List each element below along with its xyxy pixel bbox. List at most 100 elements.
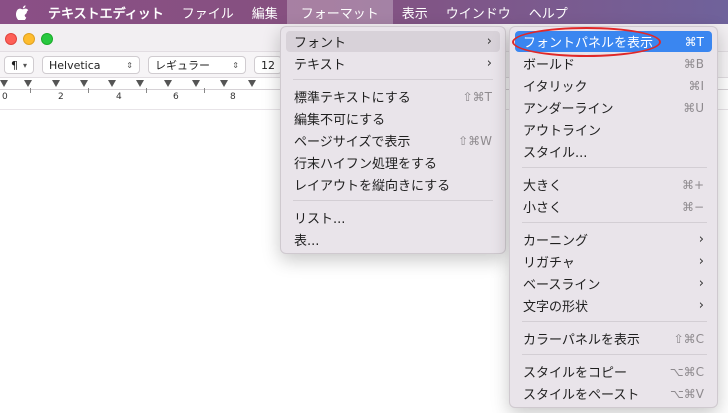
menu-item-label: スタイル... [523, 146, 588, 161]
menu-item-label: スタイルをペースト [523, 388, 640, 403]
tab-stop-marker[interactable] [0, 80, 8, 87]
ruler-label: 2 [58, 92, 64, 102]
menu-item-table[interactable]: 表... [286, 229, 500, 250]
font-style-popup[interactable]: レギュラー ⇕ [148, 56, 246, 74]
menu-edit[interactable]: 編集 [243, 0, 287, 24]
menu-separator [522, 321, 707, 322]
menu-item-font[interactable]: フォント › [286, 31, 500, 52]
font-style-value: レギュラー [155, 59, 210, 72]
menu-help[interactable]: ヘルプ [520, 0, 577, 24]
tab-stop-marker[interactable] [164, 80, 172, 87]
chevron-down-icon: ▾ [22, 60, 27, 70]
menu-item-character-shape[interactable]: 文字の形状 › [515, 295, 712, 316]
chevron-right-icon: › [698, 232, 704, 247]
menu-item-make-plain-text[interactable]: 標準テキストにする ⇧⌘T [286, 86, 500, 107]
menu-item-shortcut: ⌘B [683, 56, 704, 71]
menu-item-styles[interactable]: スタイル... [515, 141, 712, 162]
tab-stop-marker[interactable] [220, 80, 228, 87]
menu-item-underline[interactable]: アンダーライン ⌘U [515, 97, 712, 118]
updown-arrow-icon: ⇕ [126, 60, 133, 70]
menu-item-bigger[interactable]: 大きく ⌘+ [515, 174, 712, 195]
menu-item-label: カーニング [523, 234, 589, 249]
font-size-field[interactable]: 12 [254, 56, 282, 74]
menu-item-smaller[interactable]: 小さく ⌘− [515, 196, 712, 217]
chevron-right-icon: › [698, 254, 704, 269]
menu-item-label: 編集不可にする [294, 113, 386, 128]
menu-item-wrap-to-page[interactable]: ページサイズで表示 ⇧⌘W [286, 130, 500, 151]
menu-item-label: リガチャ [523, 256, 575, 271]
menu-item-list[interactable]: リスト... [286, 207, 500, 228]
menu-separator [293, 200, 493, 201]
menu-item-ligatures[interactable]: リガチャ › [515, 251, 712, 272]
menu-item-text[interactable]: テキスト › [286, 53, 500, 74]
menu-item-shortcut: ⌘+ [681, 177, 704, 192]
ruler-label: 0 [2, 92, 8, 102]
ruler-minor-tick [204, 88, 205, 93]
tab-stop-marker[interactable] [136, 80, 144, 87]
minimize-window-button[interactable] [23, 33, 35, 45]
menu-item-hyphenation[interactable]: 行末ハイフン処理をする [286, 152, 500, 173]
paragraph-style-popup[interactable]: ¶ ▾ [4, 56, 34, 74]
menu-item-outline[interactable]: アウトライン [515, 119, 712, 140]
menu-item-label: アウトライン [523, 124, 602, 139]
tab-stop-marker[interactable] [248, 80, 256, 87]
menu-format[interactable]: フォーマット [286, 0, 393, 24]
menu-item-show-colors[interactable]: カラーパネルを表示 ⇧⌘C [515, 328, 712, 349]
format-menu: フォント › テキスト › 標準テキストにする ⇧⌘T 編集不可にする ページサ… [280, 26, 506, 254]
font-size-value: 12 [261, 58, 275, 72]
menu-item-label: リスト... [294, 212, 346, 227]
tab-stop-marker[interactable] [192, 80, 200, 87]
chevron-right-icon: › [486, 56, 492, 71]
menu-item-copy-style[interactable]: スタイルをコピー ⌥⌘C [515, 361, 712, 382]
zoom-window-button[interactable] [41, 33, 53, 45]
menu-separator [293, 79, 493, 80]
ruler-label: 6 [173, 92, 179, 102]
ruler-label: 8 [230, 92, 236, 102]
paragraph-icon: ¶ [11, 58, 18, 72]
tab-stop-marker[interactable] [80, 80, 88, 87]
ruler-label: 4 [116, 92, 122, 102]
menu-item-vertical-layout[interactable]: レイアウトを縦向きにする [286, 174, 500, 195]
highlight-ellipse [512, 27, 661, 57]
close-window-button[interactable] [5, 33, 17, 45]
tab-stop-marker[interactable] [108, 80, 116, 87]
chevron-right-icon: › [486, 34, 492, 49]
menu-item-bold[interactable]: ボールド ⌘B [515, 53, 712, 74]
menu-item-shortcut: ⌘T [684, 34, 704, 49]
menu-item-prevent-editing[interactable]: 編集不可にする [286, 108, 500, 129]
menu-item-kern[interactable]: カーニング › [515, 229, 712, 250]
menu-app-name[interactable]: テキストエディット [44, 0, 173, 24]
ruler-minor-tick [146, 88, 147, 93]
menu-separator [522, 354, 707, 355]
tab-stop-marker[interactable] [52, 80, 60, 87]
menu-item-label: 表... [294, 234, 320, 249]
menu-item-label: ボールド [523, 58, 576, 73]
menu-item-shortcut: ⌘U [683, 100, 704, 115]
menu-item-label: 大きく [523, 179, 563, 194]
menu-item-italic[interactable]: イタリック ⌘I [515, 75, 712, 96]
menu-item-shortcut: ⌥⌘V [669, 386, 704, 401]
tab-stop-marker[interactable] [24, 80, 32, 87]
menu-item-label: テキスト [294, 58, 346, 73]
menu-item-label: 行末ハイフン処理をする [294, 157, 438, 172]
menu-item-shortcut: ⇧⌘C [673, 331, 704, 346]
ruler-minor-tick [88, 88, 89, 93]
menu-item-shortcut: ⇧⌘W [458, 133, 492, 148]
apple-menu[interactable] [0, 0, 44, 24]
menu-item-baseline[interactable]: ベースライン › [515, 273, 712, 294]
menu-item-paste-style[interactable]: スタイルをペースト ⌥⌘V [515, 383, 712, 404]
font-family-value: Helvetica [49, 58, 101, 72]
menu-file[interactable]: ファイル [173, 0, 243, 24]
menu-item-label: アンダーライン [523, 102, 614, 117]
ruler-minor-tick [30, 88, 31, 93]
menu-item-label: 小さく [523, 201, 563, 216]
menu-item-label: 文字の形状 [523, 300, 589, 315]
menu-item-label: ページサイズで表示 [294, 135, 411, 150]
menu-item-shortcut: ⌘− [681, 199, 704, 214]
menu-bar: テキストエディット ファイル 編集 フォーマット 表示 ウインドウ ヘルプ [0, 0, 728, 24]
menu-item-shortcut: ⌥⌘C [669, 364, 704, 379]
menu-view[interactable]: 表示 [393, 0, 437, 24]
font-family-popup[interactable]: Helvetica ⇕ [42, 56, 140, 74]
menu-window[interactable]: ウインドウ [437, 0, 520, 24]
updown-arrow-icon: ⇕ [232, 60, 239, 70]
